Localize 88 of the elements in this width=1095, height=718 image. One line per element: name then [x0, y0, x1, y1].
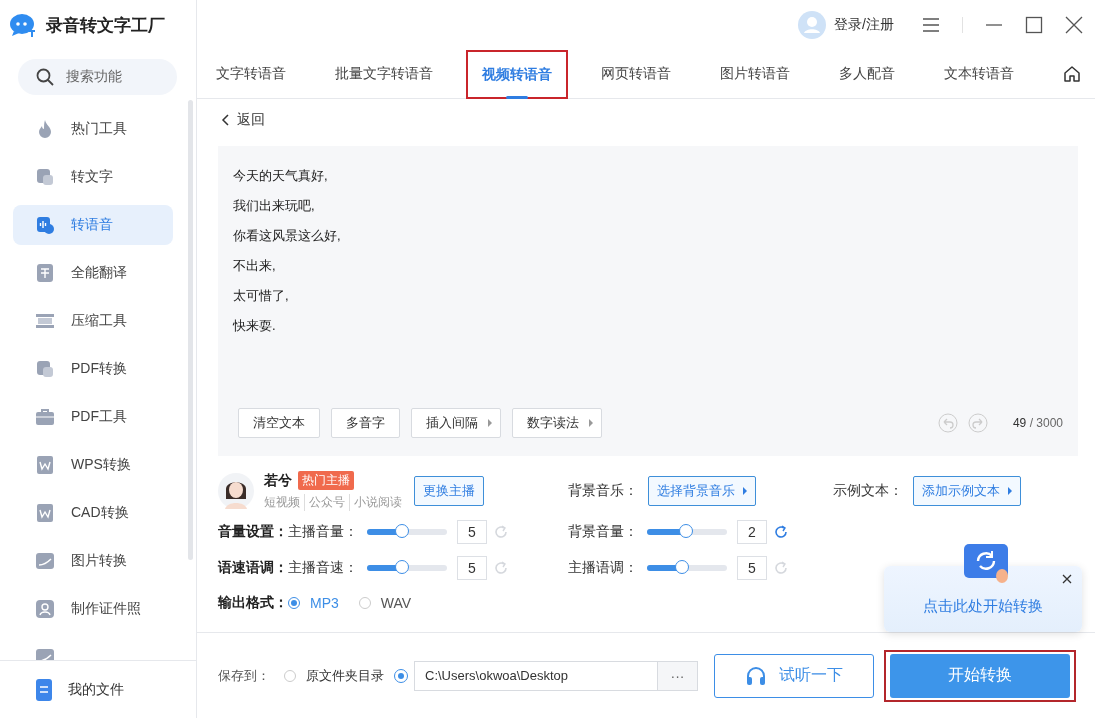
menu-icon[interactable] — [922, 17, 940, 33]
text-editor[interactable]: 今天的天气真好, 我们出来玩吧, 你看这风景这么好, 不出来, 太可惜了, 快来耍. 清空文本 多音字 插入间隔 数字读法 49 / 3000 — [218, 146, 1078, 456]
sidebar-item[interactable]: PDF转换 — [13, 349, 173, 389]
slider-label: 主播音量： — [288, 523, 359, 541]
sidebar-item[interactable]: 我的文件 — [0, 660, 196, 718]
anchor-tag: 短视频 — [264, 494, 300, 511]
number-field[interactable]: 5 — [737, 556, 767, 580]
toolbar-button[interactable]: 插入间隔 — [411, 408, 501, 438]
close-icon[interactable] — [1062, 574, 1072, 584]
maximize-icon[interactable] — [1025, 16, 1043, 34]
tab[interactable]: 文字转语音 — [206, 50, 296, 98]
sidebar-item[interactable]: CAD转换 — [13, 493, 173, 533]
tab[interactable]: 文本转语音 — [934, 50, 1024, 98]
reset-icon[interactable] — [774, 525, 788, 539]
group-label: 音量设置： — [218, 523, 288, 541]
toolbar-button[interactable]: 多音字 — [331, 408, 400, 438]
sidebar-item[interactable]: 压缩工具 — [13, 301, 173, 341]
change-anchor-button[interactable]: 更换主播 — [414, 476, 484, 506]
chat-bubble-logo — [10, 13, 36, 37]
radio-option[interactable]: 原文件夹目录 — [284, 666, 384, 685]
sidebar-item[interactable]: 转语音 — [13, 205, 173, 245]
sidebar-item[interactable]: WPS转换 — [13, 445, 173, 485]
add-sample-button[interactable]: 添加示例文本 — [913, 476, 1021, 506]
sidebar-item[interactable]: 转文字 — [13, 157, 173, 197]
person-icon — [35, 599, 55, 619]
sidebar-item[interactable]: 全能翻译 — [13, 253, 173, 293]
field-label: 背景音乐： — [568, 482, 638, 500]
number-field[interactable]: 2 — [737, 520, 767, 544]
letter-icon — [35, 359, 55, 379]
sidebar-item[interactable]: 热门工具 — [13, 109, 173, 149]
field-label: 保存到： — [218, 666, 270, 685]
sidebar-item[interactable]: PDF工具 — [13, 397, 173, 437]
slider-label: 主播音速： — [288, 559, 359, 577]
tab[interactable]: 网页转语音 — [591, 50, 681, 98]
login-link[interactable]: 登录/注册 — [798, 11, 894, 39]
voice-icon — [35, 215, 55, 235]
chevron-left-icon — [221, 114, 229, 126]
headphones-icon — [745, 665, 767, 686]
translate-icon — [35, 263, 55, 283]
tab[interactable]: 图片转语音 — [710, 50, 800, 98]
refresh-icon — [964, 544, 1010, 584]
tab[interactable]: 视频转语音 — [466, 50, 568, 99]
field-label: 示例文本： — [833, 482, 903, 500]
choose-music-button[interactable]: 选择背景音乐 — [648, 476, 756, 506]
close-icon[interactable] — [1065, 16, 1083, 34]
hot-badge: 热门主播 — [298, 471, 354, 490]
text-line: 不出来, — [233, 257, 277, 275]
text-line: 我们出来玩吧, — [233, 197, 316, 215]
tooltip-text: 点击此处开始转换 — [923, 597, 1043, 616]
number-field[interactable]: 5 — [457, 556, 487, 580]
tab[interactable]: 多人配音 — [829, 50, 905, 98]
toolbar-button[interactable]: 清空文本 — [238, 408, 320, 438]
character-count: 49 / 3000 — [1012, 416, 1063, 430]
briefcase-icon — [35, 407, 55, 427]
toolbar-button[interactable]: 数字读法 — [512, 408, 602, 438]
search-icon — [36, 68, 54, 86]
back-link[interactable]: 返回 — [221, 111, 265, 129]
app-title: 录音转文字工厂 — [46, 14, 165, 37]
group-label: 语速语调： — [218, 559, 288, 577]
image-icon — [35, 551, 55, 571]
text-line: 你看这风景这么好, — [233, 227, 342, 245]
document-icon — [35, 455, 55, 475]
browse-button[interactable]: ··· — [657, 661, 697, 690]
slider-label: 背景音量： — [568, 523, 639, 541]
text-line: 今天的天气真好, — [233, 167, 329, 185]
number-field[interactable]: 5 — [457, 520, 487, 544]
tab[interactable]: 批量文字转语音 — [325, 50, 443, 98]
avatar-figure — [218, 473, 254, 509]
sidebar-item[interactable]: 图片转换 — [13, 541, 173, 581]
compress-icon — [35, 311, 55, 331]
path-field[interactable]: C:\Users\okwoa\Desktop ··· — [414, 660, 698, 691]
slider-label: 主播语调： — [568, 559, 639, 577]
file-icon — [36, 678, 52, 701]
letter-icon — [35, 167, 55, 187]
radio-option[interactable]: WAV — [358, 595, 412, 611]
group-label: 输出格式： — [218, 594, 288, 612]
radio-option[interactable]: MP3 — [288, 595, 339, 611]
avatar-icon — [798, 11, 827, 39]
anchor-tag: 公众号 — [304, 494, 345, 511]
anchor-tag: 小说阅读 — [349, 494, 402, 511]
sidebar-item[interactable]: 制作证件照 — [13, 589, 173, 629]
home-icon[interactable] — [1063, 65, 1081, 83]
document-icon — [35, 503, 55, 523]
text-line: 太可惜了, — [233, 287, 290, 305]
anchor-name: 若兮 — [264, 471, 292, 490]
radio-button[interactable] — [394, 668, 408, 683]
text-line: 快来耍. — [233, 317, 277, 335]
search-field[interactable]: 搜索功能 — [18, 59, 177, 95]
